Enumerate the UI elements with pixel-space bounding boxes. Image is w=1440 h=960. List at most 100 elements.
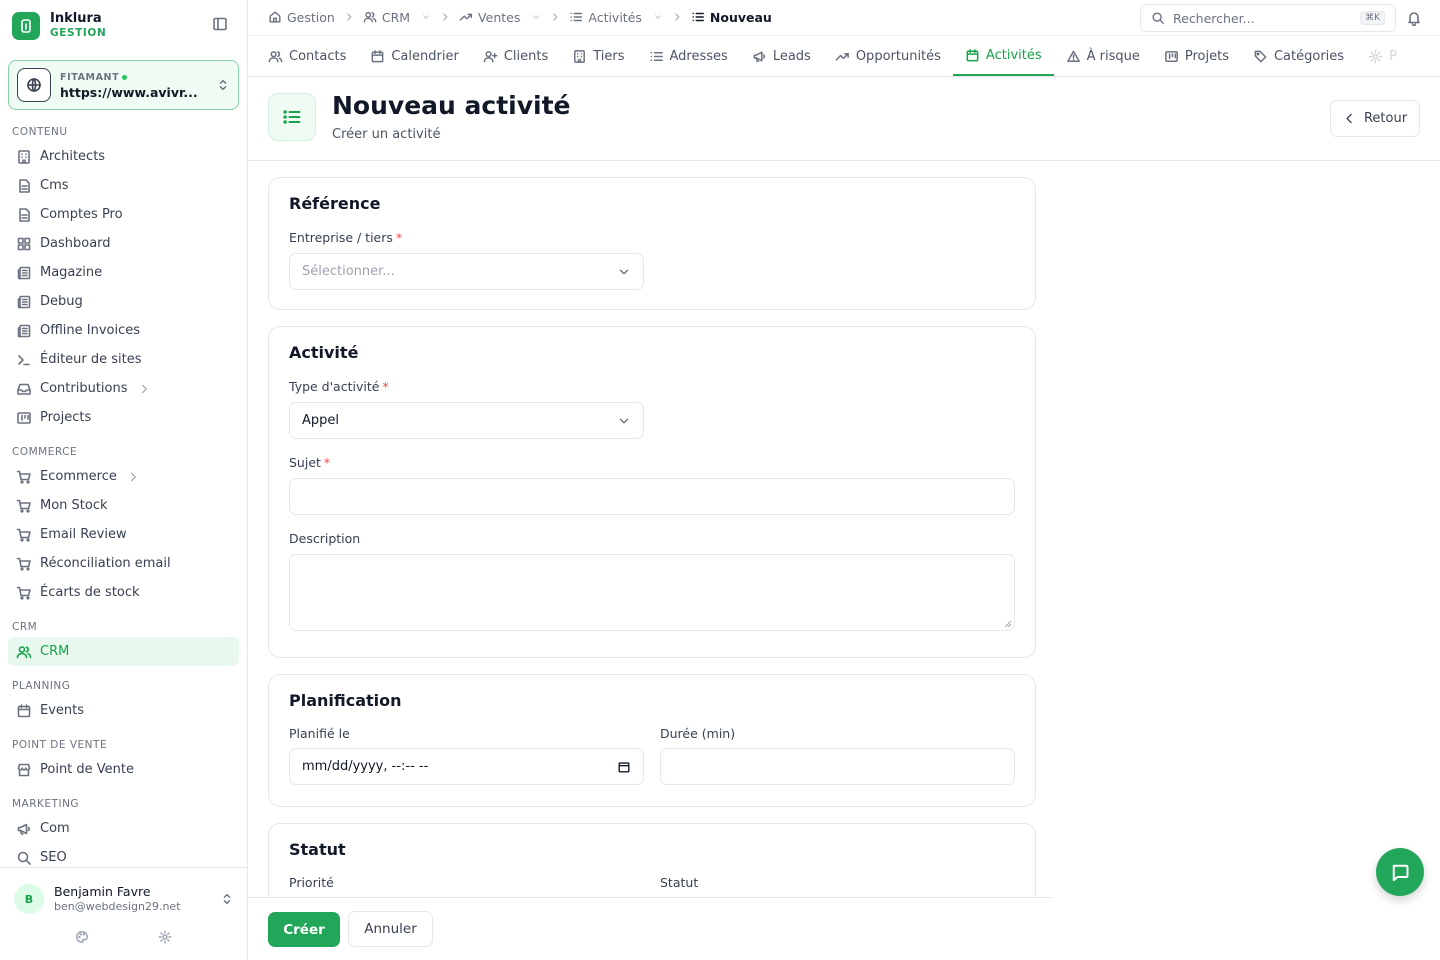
tab-categories[interactable]: Catégories xyxy=(1241,36,1356,76)
sidebar-item-dashboard[interactable]: Dashboard xyxy=(8,229,239,258)
sidebar-item-reconciliation-email[interactable]: Réconciliation email xyxy=(8,549,239,578)
chevron-down-icon[interactable] xyxy=(531,12,541,22)
tab-projets[interactable]: Projets xyxy=(1152,36,1241,76)
planifie-datetime-input[interactable]: mm/dd/yyyy, --:-- -- xyxy=(289,748,644,785)
tab-leads[interactable]: Leads xyxy=(740,36,823,76)
sidebar-item-magazine[interactable]: Magazine xyxy=(8,258,239,287)
planification-card: Planification Planifié le mm/dd/yyyy, --… xyxy=(268,674,1036,807)
sidebar-item-projects[interactable]: Projects xyxy=(8,403,239,432)
chevron-updown-icon xyxy=(220,892,234,906)
breadcrumb-label: CRM xyxy=(381,9,411,25)
sidebar-item-label: Magazine xyxy=(40,265,103,280)
resize-grip-icon[interactable] xyxy=(1004,620,1012,628)
type-activite-label: Type d'activité * xyxy=(289,379,389,394)
sidebar-item-seo[interactable]: SEO xyxy=(8,843,239,867)
users-icon xyxy=(16,645,32,658)
tab-contacts[interactable]: Contacts xyxy=(256,36,358,76)
breadcrumb-nouveau: Nouveau xyxy=(691,10,772,25)
tab-clients[interactable]: Clients xyxy=(471,36,560,76)
sidebar-toggle-icon[interactable] xyxy=(212,16,228,32)
sidebar-item-com[interactable]: Com xyxy=(8,814,239,843)
duree-input[interactable] xyxy=(660,748,1015,785)
chevron-right-icon xyxy=(672,12,682,22)
sidebar-item-events[interactable]: Events xyxy=(8,696,239,725)
activite-card: Activité Type d'activité * Appel Sujet * D… xyxy=(268,326,1036,658)
tab-p[interactable]: P xyxy=(1356,36,1409,76)
chevron-right-icon xyxy=(440,12,450,22)
entreprise-select[interactable]: Sélectionner... xyxy=(289,253,644,290)
tab-calendrier[interactable]: Calendrier xyxy=(358,36,470,76)
sidebar-item-contributions[interactable]: Contributions xyxy=(8,374,239,403)
tab-adresses[interactable]: Adresses xyxy=(637,36,740,76)
sidebar-item-ecarts-de-stock[interactable]: Écarts de stock xyxy=(8,578,239,607)
sujet-field[interactable] xyxy=(289,478,1015,515)
description-textarea[interactable] xyxy=(289,554,1015,631)
tab-opportunites[interactable]: Opportunités xyxy=(823,36,953,76)
sidebar-item-label: Com xyxy=(40,821,70,836)
brand[interactable]: Inklura GESTION xyxy=(12,10,236,42)
organization-switcher[interactable]: FITAMANT https://www.avivr... xyxy=(8,60,239,110)
activite-title: Activité xyxy=(289,343,359,362)
tag-icon xyxy=(1254,50,1267,62)
sidebar-item-editeur-de-sites[interactable]: Éditeur de sites xyxy=(8,345,239,374)
chevron-down-icon[interactable] xyxy=(653,12,663,22)
tab-tiers[interactable]: Tiers xyxy=(560,36,636,76)
chevron-right-icon xyxy=(550,12,560,22)
sidebar-item-email-review[interactable]: Email Review xyxy=(8,520,239,549)
type-activite-select[interactable]: Appel xyxy=(289,402,644,439)
chevron-down-icon[interactable] xyxy=(421,12,431,22)
chat-button[interactable] xyxy=(1376,848,1424,896)
bell-icon[interactable] xyxy=(1406,10,1422,26)
calendar-icon xyxy=(371,49,384,62)
sidebar-item-label: Ecommerce xyxy=(40,469,117,484)
sidebar-item-comptes-pro[interactable]: Comptes Pro xyxy=(8,200,239,229)
sidebar-item-mon-stock[interactable]: Mon Stock xyxy=(8,491,239,520)
entreprise-placeholder: Sélectionner... xyxy=(302,264,395,279)
cancel-button[interactable]: Annuler xyxy=(348,911,433,947)
create-button[interactable]: Créer xyxy=(268,912,340,947)
sidebar-item-crm[interactable]: CRM xyxy=(8,637,239,666)
reference-title: Référence xyxy=(289,194,381,213)
tab-activites[interactable]: Activités xyxy=(952,36,1054,76)
sidebar-item-label: Debug xyxy=(40,294,83,309)
sidebar-item-offline-invoices[interactable]: Offline Invoices xyxy=(8,316,239,345)
breadcrumb-activites[interactable]: Activités xyxy=(569,10,663,25)
breadcrumb-gestion[interactable]: Gestion xyxy=(268,10,335,25)
sidebar-item-cms[interactable]: Cms xyxy=(8,171,239,200)
sidebar-item-label: Projects xyxy=(40,410,92,425)
chevron-right-icon xyxy=(141,384,147,393)
search-icon xyxy=(17,851,31,865)
sidebar-item-label: Comptes Pro xyxy=(40,207,123,222)
file-icon xyxy=(19,178,30,193)
tab-a-risque[interactable]: À risque xyxy=(1054,36,1152,76)
search-input[interactable]: Rechercher... ⌘K xyxy=(1140,4,1396,32)
chevron-updown-icon xyxy=(216,78,230,92)
nav-section-title: CRM xyxy=(12,621,38,633)
palette-icon[interactable] xyxy=(75,930,89,944)
sidebar-item-label: Mon Stock xyxy=(40,498,108,513)
sidebar-item-point-de-vente[interactable]: Point de Vente xyxy=(8,755,239,784)
users-icon xyxy=(268,50,283,62)
breadcrumb-label: Nouveau xyxy=(709,9,772,25)
tab-label: Calendrier xyxy=(391,48,459,64)
calendar-icon[interactable] xyxy=(617,760,631,774)
sidebar-item-label: Dashboard xyxy=(40,236,111,251)
terminal-icon xyxy=(18,354,30,365)
sidebar-item-ecommerce[interactable]: Ecommerce xyxy=(8,462,239,491)
user-panel: B Benjamin Favre ben@webdesign29.net xyxy=(0,867,247,960)
back-button[interactable]: Retour xyxy=(1330,100,1420,137)
planifie-value: mm/dd/yyyy, --:-- -- xyxy=(302,759,429,774)
tab-label: Contacts xyxy=(289,48,347,64)
user-menu[interactable]: B Benjamin Favre ben@webdesign29.net xyxy=(14,882,234,916)
sidebar-item-label: Contributions xyxy=(40,381,128,396)
settings-gear-icon[interactable] xyxy=(158,930,172,944)
sidebar-item-architects[interactable]: Architects xyxy=(8,142,239,171)
user-plus-icon xyxy=(483,50,498,62)
sidebar-item-debug[interactable]: Debug xyxy=(8,287,239,316)
breadcrumb-crm[interactable]: CRM xyxy=(363,10,431,25)
sidebar-item-label: Écarts de stock xyxy=(40,585,140,600)
sidebar-item-label: CRM xyxy=(40,644,70,659)
chevron-down-icon xyxy=(619,269,629,274)
nav-section-title: POINT DE VENTE xyxy=(12,739,108,751)
breadcrumb-ventes[interactable]: Ventes xyxy=(459,10,541,25)
